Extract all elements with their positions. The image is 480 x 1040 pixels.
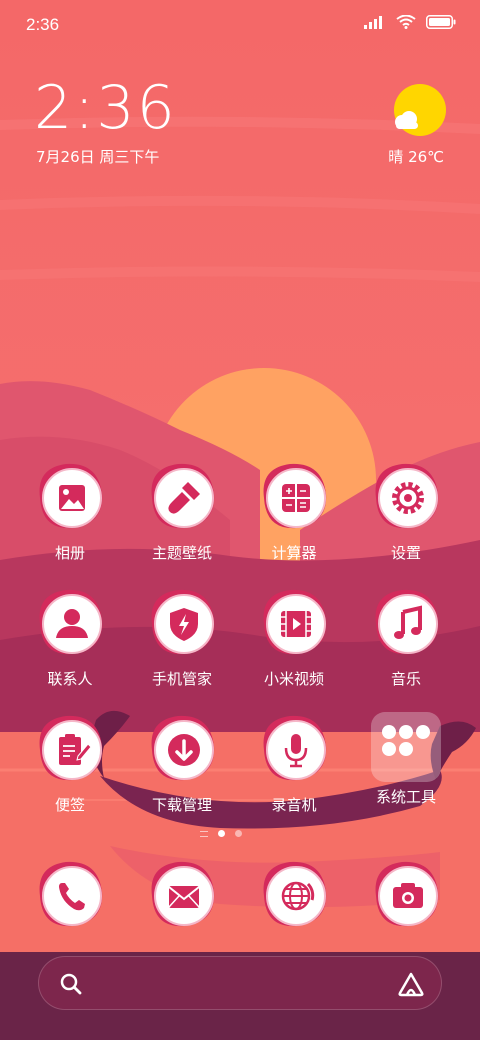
app-label: 手机管家	[151, 670, 212, 688]
battery-icon	[426, 15, 456, 29]
dock	[0, 856, 480, 936]
brush-icon	[151, 463, 215, 529]
weather-label: 晴 26℃	[388, 148, 444, 166]
notepad-icon	[39, 715, 103, 781]
gear-icon	[375, 463, 439, 529]
status-bar: 2:36	[0, 0, 480, 50]
app-label: 联系人	[47, 670, 93, 688]
wifi-icon	[396, 15, 416, 29]
status-icons	[364, 15, 456, 29]
page-dot-active[interactable]	[218, 830, 225, 837]
folder-icon	[371, 712, 441, 782]
app-label: 设置	[390, 544, 421, 562]
app-security[interactable]: 手机管家	[122, 584, 242, 689]
app-label: 音乐	[390, 670, 421, 688]
app-settings[interactable]: 设置	[346, 458, 466, 563]
status-time: 2:36	[26, 15, 60, 34]
page-dot[interactable]	[235, 830, 242, 837]
camera-icon[interactable]	[368, 856, 444, 932]
microphone-icon	[263, 715, 327, 781]
app-label: 系统工具	[375, 788, 436, 806]
signal-icon	[364, 16, 382, 29]
gallery-icon	[39, 463, 103, 529]
contact-icon	[39, 589, 103, 655]
shield-icon	[151, 589, 215, 655]
voice-assistant-icon[interactable]	[397, 971, 425, 997]
app-label: 相册	[54, 544, 85, 562]
app-notes[interactable]: 便签	[10, 710, 130, 815]
video-icon	[263, 589, 327, 655]
page-indicator	[200, 830, 242, 837]
app-label: 主题壁纸	[151, 544, 212, 562]
mail-icon[interactable]	[144, 856, 220, 932]
app-label: 下载管理	[151, 796, 212, 814]
app-recorder[interactable]: 录音机	[234, 710, 354, 815]
app-label: 录音机	[271, 796, 317, 814]
app-system-tools-folder[interactable]: 系统工具	[346, 710, 466, 807]
app-label: 计算器	[271, 544, 317, 562]
app-downloads[interactable]: 下载管理	[122, 710, 242, 815]
browser-icon[interactable]	[256, 856, 332, 932]
phone-icon[interactable]	[32, 856, 108, 932]
search-bar[interactable]	[38, 956, 442, 1010]
app-label: 便签	[54, 796, 85, 814]
app-calculator[interactable]: 计算器	[234, 458, 354, 563]
app-themes[interactable]: 主题壁纸	[122, 458, 242, 563]
search-icon	[60, 973, 82, 995]
app-contacts[interactable]: 联系人	[10, 584, 130, 689]
music-icon	[375, 589, 439, 655]
calculator-icon	[263, 463, 327, 529]
sunny-cloud-icon[interactable]	[390, 84, 446, 140]
app-video[interactable]: 小米视频	[234, 584, 354, 689]
clock-widget[interactable]: 2:36	[34, 78, 177, 138]
app-music[interactable]: 音乐	[346, 584, 466, 689]
download-icon	[151, 715, 215, 781]
app-label: 小米视频	[263, 670, 324, 688]
app-gallery[interactable]: 相册	[10, 458, 130, 563]
page-list-indicator	[200, 830, 208, 837]
date-label: 7月26日 周三下午	[36, 148, 160, 166]
